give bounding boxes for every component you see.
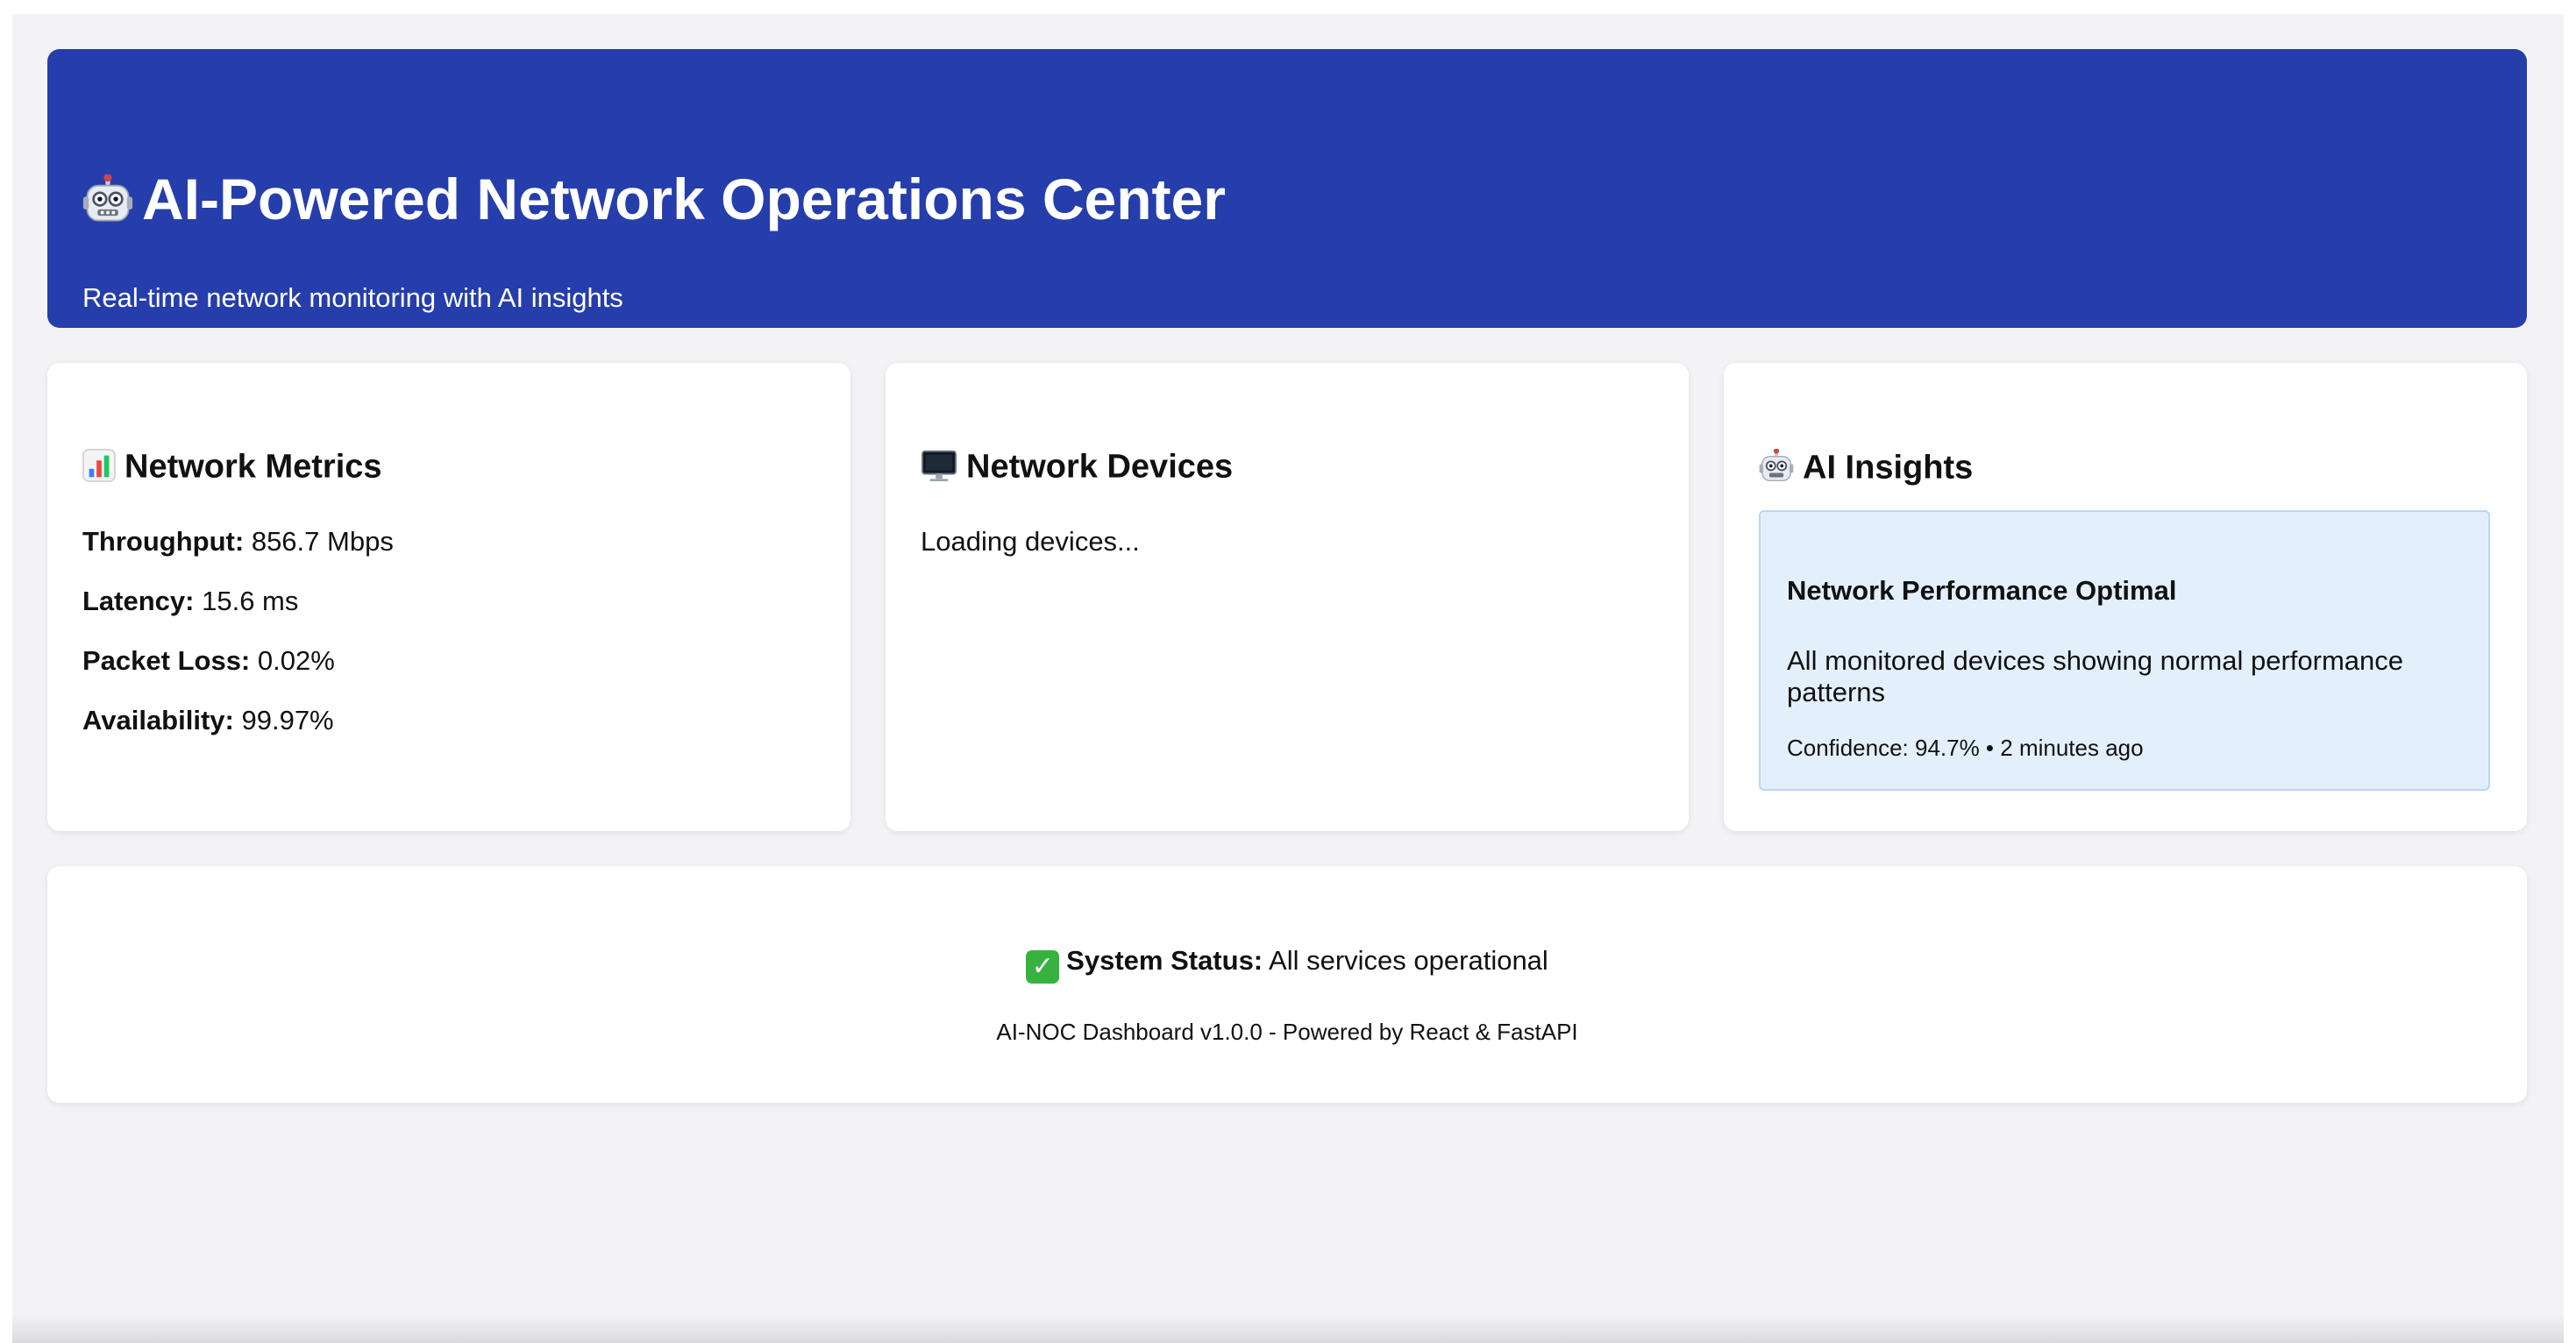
insight-item: Network Performance Optimal All monitore… [1759, 510, 2490, 791]
throughput-metric: Throughput: 856.7 Mbps [82, 528, 394, 555]
throughput-value: 856.7 Mbps [251, 526, 394, 557]
insight-title: Network Performance Optimal [1787, 575, 2177, 606]
packet-loss-label: Packet Loss: [82, 645, 251, 676]
network-metrics-title: Network Metrics [82, 449, 382, 488]
system-status-card: ✓ System Status: All services operational… [47, 866, 2527, 1103]
throughput-label: Throughput: [82, 526, 245, 557]
check-icon: ✓ [1026, 950, 1060, 984]
system-status-label: System Status: [1066, 945, 1263, 976]
latency-value: 15.6 ms [202, 586, 299, 616]
network-metrics-title-text: Network Metrics [125, 448, 382, 486]
network-devices-title-text: Network Devices [966, 448, 1234, 486]
dashboard-page: AI-Powered Network Operations Center Rea… [12, 14, 2564, 1343]
bottom-scroll-shadow [12, 1313, 2564, 1343]
latency-label: Latency: [82, 586, 195, 616]
page-subtitle: Real-time network monitoring with AI ins… [82, 282, 623, 313]
page-title: AI-Powered Network Operations Center [82, 170, 1226, 234]
dashboard-version-footer: AI-NOC Dashboard v1.0.0 - Powered by Rea… [996, 1019, 1578, 1045]
monitor-icon [921, 449, 957, 488]
ai-insights-title: AI Insights [1759, 448, 1974, 490]
availability-metric: Availability: 99.97% [82, 707, 334, 734]
insight-meta: Confidence: 94.7% • 2 minutes ago [1787, 735, 2144, 761]
bar-chart-icon [82, 449, 116, 488]
robot-icon [1759, 448, 1794, 490]
ai-insights-card: AI Insights Network Performance Optimal … [1724, 363, 2527, 831]
system-status-value: All services operational [1269, 945, 1548, 976]
page-title-text: AI-Powered Network Operations Center [142, 167, 1226, 231]
ai-insights-title-text: AI Insights [1803, 449, 1974, 487]
network-devices-title: Network Devices [921, 449, 1233, 488]
system-status-line: ✓ System Status: All services operational [47, 947, 2527, 984]
dashboard-header: AI-Powered Network Operations Center Rea… [47, 49, 2527, 328]
network-devices-card: Network Devices Loading devices... [886, 363, 1689, 831]
availability-label: Availability: [82, 705, 234, 735]
availability-value: 99.97% [241, 705, 334, 735]
insight-description: All monitored devices showing normal per… [1787, 645, 2403, 707]
network-metrics-card: Network Metrics Throughput: 856.7 Mbps L… [47, 363, 850, 831]
packet-loss-value: 0.02% [257, 645, 335, 676]
latency-metric: Latency: 15.6 ms [82, 587, 298, 615]
devices-loading-text: Loading devices... [921, 526, 1140, 557]
packet-loss-metric: Packet Loss: 0.02% [82, 647, 335, 674]
robot-icon [82, 173, 133, 234]
